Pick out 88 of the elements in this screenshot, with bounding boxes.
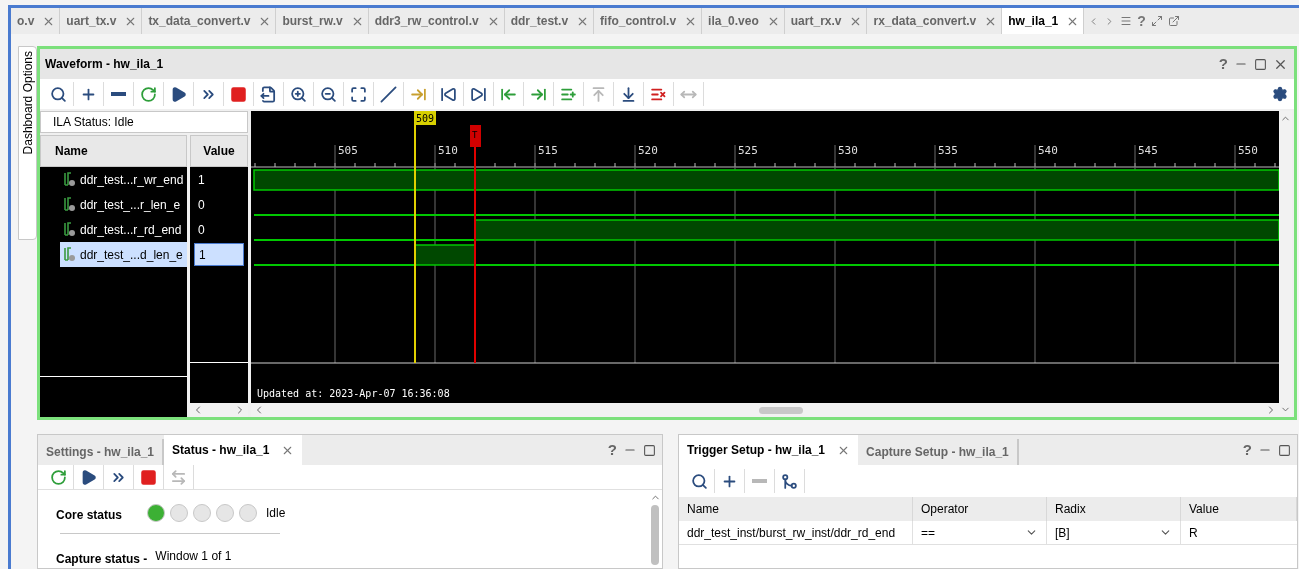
cursor-flag[interactable]: 509 (414, 111, 436, 125)
maximize-icon[interactable] (1150, 15, 1163, 27)
stop-icon (230, 85, 247, 103)
go-to-start-icon (440, 85, 457, 103)
refresh-icon (50, 468, 67, 486)
fit-icon (350, 85, 367, 103)
radix-dropdown[interactable]: [B] (1047, 521, 1181, 545)
value-dropdown[interactable]: R (1181, 521, 1297, 545)
swap-icon (170, 468, 187, 486)
scroll-thumb[interactable] (651, 505, 659, 565)
trigger-flag: T (470, 125, 481, 147)
signal-icon (63, 197, 76, 212)
updated-timestamp: Updated at: 2023-Apr-07 16:36:08 (257, 388, 450, 399)
panel-tab[interactable]: Capture Setup - hw_ila_1 (858, 439, 1019, 465)
field-label: Capture status - (56, 551, 148, 568)
minus-icon (111, 92, 126, 96)
ruler-label: 535 (938, 144, 958, 157)
go-to-end-icon (470, 85, 487, 103)
signal-value: 1 (194, 243, 244, 266)
editor-tab[interactable]: ila_0.veo (702, 8, 785, 34)
editor-tab[interactable]: ddr_test.v (504, 8, 595, 34)
ruler-label: 515 (538, 144, 558, 157)
help-button[interactable]: ? (607, 438, 617, 462)
field-label: Core status (56, 507, 124, 524)
signal-icon (63, 172, 76, 187)
panel-title: Waveform - hw_ila_1 (45, 56, 164, 73)
ruler-label: 520 (638, 144, 658, 157)
editor-tab[interactable]: o.v (11, 8, 61, 34)
previous-marker-icon (590, 85, 607, 103)
signal-icon (63, 222, 76, 237)
search-icon (50, 85, 67, 103)
signal-name[interactable]: ddr_test...r_rd_end (60, 217, 187, 242)
editor-tab[interactable]: uart_rx.v (784, 8, 868, 34)
stop-icon (140, 468, 157, 486)
column-header[interactable]: Value (1181, 497, 1297, 521)
column-header[interactable]: Name (679, 497, 913, 521)
help-button[interactable]: ? (1218, 52, 1228, 76)
menu-icon[interactable] (1120, 15, 1133, 27)
zoom-in-icon (290, 85, 307, 103)
signal-value: 0 (197, 221, 206, 239)
maximize-icon[interactable] (1278, 443, 1291, 457)
column-header[interactable]: Operator (913, 497, 1047, 521)
column-header[interactable]: Value (190, 135, 248, 167)
editor-tab[interactable]: uart_tx.v (60, 8, 143, 34)
signal-name[interactable]: ddr_test_...d_len_e (60, 242, 187, 267)
signal-name[interactable]: ddr_test_...r_len_e (60, 192, 187, 217)
refresh-icon (140, 85, 157, 103)
editor-tab[interactable]: tx_data_convert.v (142, 8, 277, 34)
column-header[interactable]: Radix (1047, 497, 1181, 521)
status-text: Window 1 of 1 (155, 548, 232, 565)
scroll-thumb[interactable] (759, 407, 803, 414)
column-header[interactable]: Name (40, 135, 187, 167)
ruler-label: 545 (1138, 144, 1158, 157)
maximize-icon[interactable] (643, 443, 656, 457)
play-icon (170, 85, 187, 103)
side-tab[interactable]: Dashboard Options (18, 46, 37, 240)
signal-value: 1 (197, 171, 206, 189)
ruler-label: 510 (438, 144, 458, 157)
editor-tab[interactable]: fifo_control.v (594, 8, 703, 34)
help-button[interactable]: ? (1137, 10, 1146, 32)
operator-dropdown[interactable]: == (913, 521, 1047, 545)
editor-tab[interactable]: burst_rw.v (276, 8, 369, 34)
horizontal-scrollbar[interactable] (190, 403, 248, 417)
signal-icon (63, 247, 76, 262)
minus-icon (752, 479, 767, 483)
table-cell: ddr_test_inst/burst_rw_inst/ddr_rd_end (679, 521, 913, 545)
signal-name[interactable]: ddr_test...r_wr_end (60, 167, 187, 192)
ruler-label: 505 (338, 144, 358, 157)
export-icon (260, 85, 277, 103)
play-icon (80, 468, 97, 486)
float-icon[interactable] (1167, 15, 1180, 27)
help-button[interactable]: ? (1242, 438, 1252, 462)
ruler-label: 550 (1238, 144, 1258, 157)
zoom-out-icon (320, 85, 337, 103)
ruler-label: 525 (738, 144, 758, 157)
ruler-label: 530 (838, 144, 858, 157)
status-text: Idle (266, 505, 286, 522)
editor-tab[interactable]: ddr3_rw_control.v (368, 8, 505, 34)
editor-tab[interactable]: hw_ila_1 (1002, 8, 1085, 34)
panel-tab[interactable]: Status - hw_ila_1 (164, 435, 303, 465)
maximize-icon[interactable] (1254, 57, 1267, 71)
ruler-label: 540 (1038, 144, 1058, 157)
next-marker-icon (620, 85, 637, 103)
search-icon (691, 472, 708, 490)
ila-status-field: ILA Status: Idle (40, 111, 248, 133)
signal-value: 0 (197, 196, 206, 214)
panel-tab[interactable]: Trigger Setup - hw_ila_1 (679, 435, 859, 465)
settings-icon[interactable] (1272, 86, 1288, 102)
